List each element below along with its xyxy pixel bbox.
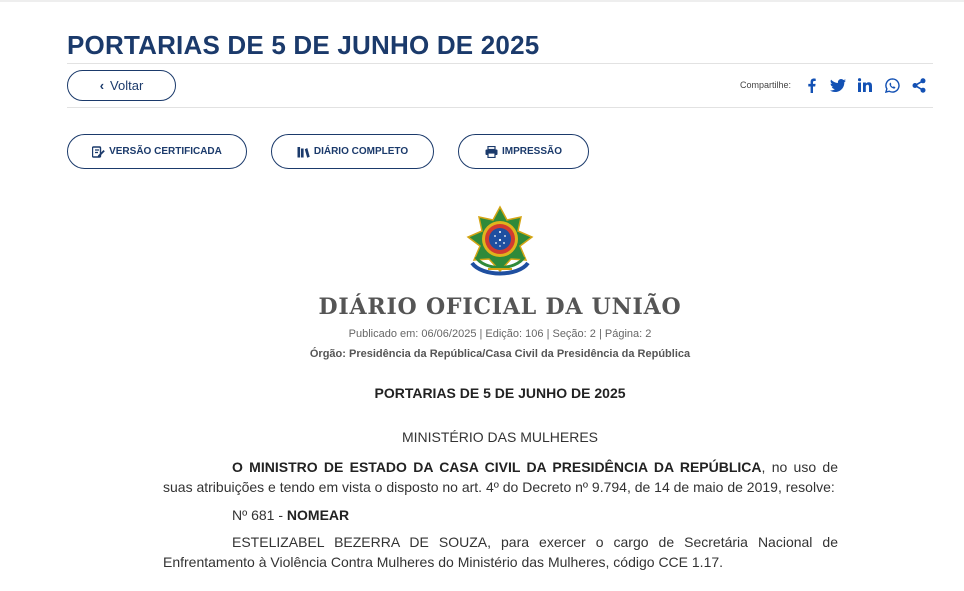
- orgao-line: Órgão: Presidência da República/Casa Civ…: [0, 348, 964, 360]
- orgao-value: Presidência da República/Casa Civil da P…: [348, 348, 691, 360]
- whatsapp-icon[interactable]: [883, 76, 901, 94]
- back-button[interactable]: ‹ Voltar: [67, 70, 176, 101]
- act-paragraph: ESTELIZABEL BEZERRA DE SOUZA, para exerc…: [163, 534, 838, 570]
- masthead: DIÁRIO OFICIAL DA UNIÃO: [318, 294, 682, 320]
- full-diary-button[interactable]: DIÁRIO COMPLETO: [271, 134, 434, 169]
- certified-version-button[interactable]: VERSÃO CERTIFICADA: [67, 134, 247, 169]
- ministry-name: MINISTÉRIO DAS MULHERES: [401, 429, 599, 445]
- top-border: [0, 0, 964, 2]
- linkedin-icon[interactable]: [856, 76, 874, 94]
- share-bar: Compartilhe:: [740, 76, 928, 94]
- act-verb: NOMEAR: [286, 507, 350, 523]
- act-number: Nº 681 -: [232, 507, 287, 523]
- coat-of-arms-icon: [466, 205, 534, 276]
- orgao-label: Órgão:: [309, 348, 346, 360]
- books-icon: [297, 146, 310, 158]
- share-icon[interactable]: [910, 76, 928, 94]
- preamble-paragraph: O MINISTRO DE ESTADO DA CASA CIVIL DA PR…: [163, 457, 838, 497]
- full-diary-label: DIÁRIO COMPLETO: [313, 146, 409, 157]
- back-button-label: Voltar: [110, 78, 144, 93]
- document-heading: PORTARIAS DE 5 DE JUNHO DE 2025: [374, 385, 626, 401]
- share-label: Compartilhe:: [739, 80, 791, 90]
- divider: [67, 63, 933, 64]
- act-line: Nº 681 - NOMEAR: [232, 507, 349, 523]
- print-button[interactable]: IMPRESSÃO: [458, 134, 589, 169]
- print-label: IMPRESSÃO: [501, 146, 562, 157]
- facebook-icon[interactable]: [802, 76, 820, 94]
- chevron-left-icon: ‹: [99, 78, 105, 93]
- page-title: PORTARIAS DE 5 DE JUNHO DE 2025: [67, 30, 540, 60]
- printer-icon: [485, 145, 498, 158]
- publication-info: Publicado em: 06/06/2025 | Edição: 106 |…: [348, 328, 652, 340]
- divider: [67, 107, 933, 108]
- twitter-icon[interactable]: [829, 76, 847, 94]
- authority-name: O MINISTRO DE ESTADO DA CASA CIVIL DA PR…: [232, 459, 762, 475]
- certificate-edit-icon: [92, 146, 105, 158]
- certified-version-label: VERSÃO CERTIFICADA: [109, 146, 222, 157]
